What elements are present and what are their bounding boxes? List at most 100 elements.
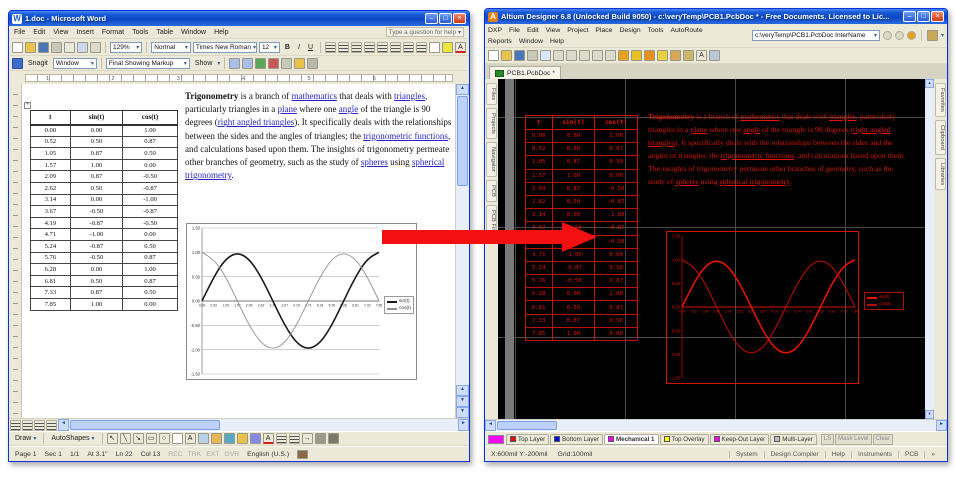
italic-button[interactable]: I: [295, 42, 303, 53]
layer-control-button[interactable]: Mask Level: [835, 434, 871, 445]
statusbar-menu-button[interactable]: System: [729, 451, 764, 458]
save-icon[interactable]: [38, 42, 49, 53]
statusbar-menu-button[interactable]: »: [924, 451, 941, 458]
panel-tab[interactable]: PCB: [486, 180, 497, 202]
workspace-icon[interactable]: [927, 30, 938, 41]
picture-icon[interactable]: [224, 433, 235, 444]
menu-item[interactable]: AutoRoute: [670, 27, 702, 34]
close-button[interactable]: ×: [931, 11, 944, 22]
menu-item[interactable]: Help: [550, 38, 564, 45]
print-icon[interactable]: [527, 50, 538, 61]
scroll-right-icon[interactable]: ►: [936, 420, 947, 431]
open-icon[interactable]: [25, 42, 36, 53]
minimize-button[interactable]: –: [903, 11, 916, 22]
line-icon[interactable]: ╲: [120, 433, 131, 444]
menu-item[interactable]: Table: [156, 29, 173, 36]
align-left-icon[interactable]: [325, 42, 336, 53]
line-style-icon[interactable]: [276, 433, 287, 444]
menu-item[interactable]: Insert: [76, 29, 94, 36]
accept-change-icon[interactable]: [255, 58, 266, 69]
document-path-combo[interactable]: c:\veryTemp\PCB1.PcbDoc InterName ▾: [752, 30, 880, 41]
place-via-icon[interactable]: [644, 50, 655, 61]
next-change-icon[interactable]: [242, 58, 253, 69]
hyperlink[interactable]: angle: [339, 104, 359, 114]
place-string-icon[interactable]: A: [696, 50, 707, 61]
horizontal-ruler[interactable]: 123456: [9, 71, 469, 84]
open-icon[interactable]: [501, 50, 512, 61]
shadow-style-icon[interactable]: [315, 433, 326, 444]
print-layout-view-icon[interactable]: [34, 420, 45, 431]
undo-icon[interactable]: [592, 50, 603, 61]
paste-icon[interactable]: [579, 50, 590, 61]
menu-item[interactable]: Help: [214, 29, 228, 36]
hyperlink[interactable]: mathematics: [740, 112, 779, 121]
menu-item[interactable]: Tools: [132, 29, 148, 36]
menu-item[interactable]: Reports: [488, 38, 512, 45]
save-icon[interactable]: [514, 50, 525, 61]
diagram-icon[interactable]: [198, 433, 209, 444]
hyperlink[interactable]: right angled triangles: [218, 117, 294, 127]
menu-item[interactable]: DXP: [488, 27, 502, 34]
hyperlink[interactable]: triangles: [394, 91, 425, 101]
markup-combo[interactable]: Final Showing Markup ▾: [106, 58, 190, 69]
autoshapes-menu-button[interactable]: AutoShapes ▾: [48, 435, 97, 442]
arrow-icon[interactable]: ↘: [133, 433, 144, 444]
statusbar-menu-button[interactable]: PCB: [898, 451, 924, 458]
hyperlink[interactable]: mathematics: [292, 91, 337, 101]
place-track-icon[interactable]: [657, 50, 668, 61]
snagit-logo-icon[interactable]: [12, 58, 23, 69]
layer-control-button[interactable]: LS: [821, 434, 834, 445]
forward-icon[interactable]: [895, 31, 904, 40]
font-size-combo[interactable]: 12 ▾: [259, 42, 280, 53]
panel-tab[interactable]: Favorites: [935, 83, 946, 117]
scroll-right-icon[interactable]: ►: [458, 419, 469, 431]
bold-button[interactable]: B: [282, 42, 293, 53]
hyperlink[interactable]: trigonometric functions: [363, 131, 448, 141]
menu-item[interactable]: Edit: [33, 29, 45, 36]
layer-tab[interactable]: Top Layer: [506, 434, 549, 445]
horizontal-scroll-thumb[interactable]: [497, 421, 557, 430]
bullets-icon[interactable]: [390, 42, 401, 53]
layer-tab[interactable]: Top Overlay: [660, 434, 709, 445]
web-layout-view-icon[interactable]: [22, 420, 33, 431]
dash-style-icon[interactable]: [289, 433, 300, 444]
place-dimension-icon[interactable]: [709, 50, 720, 61]
menu-item[interactable]: Format: [102, 29, 124, 36]
place-pad-icon[interactable]: [631, 50, 642, 61]
justify-icon[interactable]: [364, 42, 375, 53]
place-arc-icon[interactable]: [670, 50, 681, 61]
print-icon[interactable]: [51, 42, 62, 53]
vertical-scroll-thumb[interactable]: [457, 96, 468, 186]
altium-titlebar[interactable]: A Altium Designer 6.8 (Unlocked Build 90…: [485, 9, 947, 24]
decrease-indent-icon[interactable]: [403, 42, 414, 53]
underline-button[interactable]: U: [305, 42, 316, 53]
snagit-window-combo[interactable]: Window ▾: [53, 58, 97, 69]
current-layer-swatch[interactable]: [488, 435, 504, 444]
status-indicator[interactable]: OVR: [224, 451, 239, 458]
panel-tab[interactable]: Libraries: [935, 158, 946, 190]
font-combo[interactable]: Times New Roman ▾: [193, 42, 257, 53]
canvas-vertical-scrollbar[interactable]: ▲ ▼: [925, 79, 934, 419]
word-titlebar[interactable]: W 1.doc - Microsoft Word – □ ×: [9, 11, 469, 26]
new-document-icon[interactable]: [12, 42, 23, 53]
rectangle-icon[interactable]: ▭: [146, 433, 157, 444]
menu-item[interactable]: Project: [567, 27, 588, 34]
status-indicator[interactable]: TRK: [188, 451, 202, 458]
maximize-button[interactable]: □: [439, 13, 452, 24]
back-icon[interactable]: [883, 31, 892, 40]
horizontal-scroll-thumb[interactable]: [70, 420, 220, 430]
layer-tab[interactable]: Keep-Out Layer: [710, 434, 770, 445]
hyperlink[interactable]: trigonometric functions: [721, 151, 794, 160]
menu-item[interactable]: View: [546, 27, 561, 34]
vertical-ruler[interactable]: [9, 84, 22, 418]
fill-color-icon[interactable]: [237, 433, 248, 444]
borders-icon[interactable]: [429, 42, 440, 53]
layer-control-button[interactable]: Clear: [873, 434, 893, 445]
statusbar-menu-button[interactable]: Help: [825, 451, 851, 458]
redo-icon[interactable]: [90, 42, 101, 53]
hyperlink[interactable]: spherical trigonometry: [719, 177, 789, 186]
panel-tab[interactable]: Projects: [486, 108, 497, 139]
scroll-down-icon[interactable]: ▼: [925, 410, 934, 419]
scroll-down-icon[interactable]: ▼: [456, 396, 469, 407]
word-horizontal-scrollbar[interactable]: ◄ ►: [9, 418, 469, 431]
